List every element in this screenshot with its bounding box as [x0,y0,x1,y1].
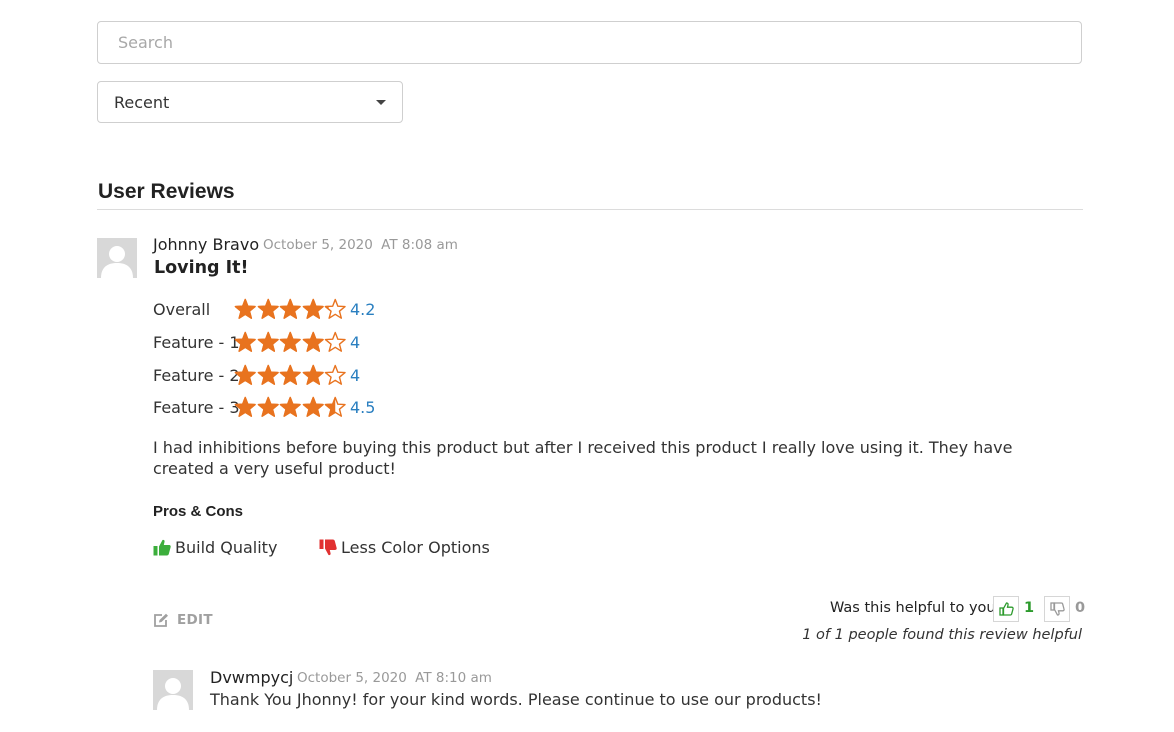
star-full-icon [257,331,279,352]
star-full-icon [279,364,301,385]
reply-avatar [153,670,193,710]
helpful-yes-button[interactable] [993,596,1019,622]
edit-button[interactable]: EDIT [153,612,213,628]
star-full-icon [234,396,256,417]
star-full-icon [234,364,256,385]
star-full-icon [257,298,279,319]
star-full-icon [302,298,324,319]
con-text: Less Color Options [341,538,490,557]
pro-text: Build Quality [175,538,278,557]
star-full-icon [279,331,301,352]
reply-author[interactable]: Dvwmpycj [210,668,293,687]
rating-label: Overall [153,300,211,319]
star-rating [234,298,347,320]
pros-cons-heading: Pros & Cons [153,503,244,520]
star-rating [234,331,347,353]
review-body: I had inhibitions before buying this pro… [153,438,1013,478]
review-title: Loving It! [154,258,249,278]
star-full-icon [302,396,324,417]
star-empty-icon [324,331,346,352]
rating-label: Feature - 2 [153,366,240,385]
helpful-no-count: 0 [1075,600,1086,616]
review-date-time: AT 8:08 am [381,237,458,253]
rating-label: Feature - 1 [153,333,240,352]
review-author[interactable]: Johnny Bravo [153,235,259,254]
thumbs-down-icon [1049,602,1065,616]
helpful-yes-count: 1 [1024,600,1035,616]
avatar [97,238,137,278]
con-item: Less Color Options [319,538,490,557]
thumbs-up-icon [998,602,1014,616]
star-full-icon [302,364,324,385]
star-half-icon [324,396,346,417]
section-divider [97,209,1083,210]
review-date-day: October 5, 2020 [263,237,373,253]
section-title: User Reviews [98,180,235,203]
star-rating [234,396,347,418]
star-full-icon [302,331,324,352]
star-empty-icon [324,364,346,385]
helpful-summary: 1 of 1 people found this review helpful [802,627,1082,643]
chevron-down-icon [376,100,386,105]
rating-value: 4 [350,333,361,352]
search-input[interactable] [97,21,1082,64]
star-half-icon [324,298,346,319]
edit-label: EDIT [177,612,213,628]
thumbs-up-icon [153,539,171,556]
star-rating [234,364,347,386]
edit-icon [154,613,168,627]
rating-value: 4.5 [350,398,376,417]
helpful-no-button[interactable] [1044,596,1070,622]
reply-date-day: October 5, 2020 [297,670,407,686]
sort-select[interactable]: Recent [97,81,403,123]
star-full-icon [234,331,256,352]
reply-date: October 5, 2020 AT 8:10 am [297,670,492,686]
reply-text: Thank You Jhonny! for your kind words. P… [210,690,822,709]
thumbs-down-icon [319,539,337,556]
star-full-icon [279,298,301,319]
rating-value: 4 [350,366,361,385]
star-full-icon [257,396,279,417]
star-full-icon [234,298,256,319]
rating-value: 4.2 [350,300,376,319]
star-full-icon [257,364,279,385]
sort-selected-value: Recent [114,92,170,112]
reply-date-time: AT 8:10 am [415,670,492,686]
rating-label: Feature - 3 [153,398,240,417]
star-full-icon [279,396,301,417]
helpful-question: Was this helpful to you ? [830,600,1008,616]
pro-item: Build Quality [153,538,277,557]
review-date: October 5, 2020 AT 8:08 am [263,237,458,253]
